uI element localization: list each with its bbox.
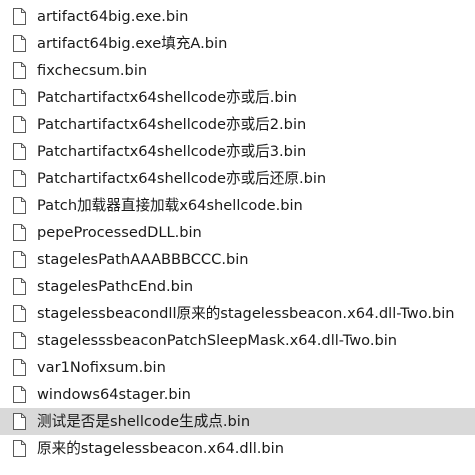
file-row[interactable]: stagelesPathcEnd.bin	[0, 273, 475, 300]
file-row[interactable]: stagelesPathAAABBBCCC.bin	[0, 246, 475, 273]
file-name: Patchartifactx64shellcode亦或后2.bin	[37, 116, 307, 133]
file-row[interactable]: Patch加载器直接加载x64shellcode.bin	[0, 192, 475, 219]
file-row[interactable]: stagelesssbeaconPatchSleepMask.x64.dll-T…	[0, 327, 475, 354]
file-name: stagelesPathAAABBBCCC.bin	[37, 251, 249, 268]
file-icon	[13, 224, 26, 241]
file-list: artifact64big.exe.bin artifact64big.exe填…	[0, 3, 475, 462]
file-name: stagelesPathcEnd.bin	[37, 278, 194, 295]
file-icon	[13, 413, 26, 430]
file-name: fixchecsum.bin	[37, 62, 148, 79]
file-row[interactable]: artifact64big.exe.bin	[0, 3, 475, 30]
file-row-selected[interactable]: 测试是否是shellcode生成点.bin	[0, 408, 475, 435]
file-row[interactable]: Patchartifactx64shellcode亦或后3.bin	[0, 138, 475, 165]
file-name: stagelesssbeaconPatchSleepMask.x64.dll-T…	[37, 332, 398, 349]
file-name: pepeProcessedDLL.bin	[37, 224, 202, 241]
file-icon	[13, 170, 26, 187]
file-icon	[13, 305, 26, 322]
file-name: Patchartifactx64shellcode亦或后3.bin	[37, 143, 307, 160]
file-icon	[13, 359, 26, 376]
file-icon	[13, 251, 26, 268]
file-row[interactable]: Patchartifactx64shellcode亦或后还原.bin	[0, 165, 475, 192]
file-row[interactable]: var1Nofixsum.bin	[0, 354, 475, 381]
file-name: artifact64big.exe填充A.bin	[37, 35, 228, 52]
file-icon	[13, 143, 26, 160]
file-icon	[13, 386, 26, 403]
file-name: artifact64big.exe.bin	[37, 8, 189, 25]
file-row[interactable]: windows64stager.bin	[0, 381, 475, 408]
file-icon	[13, 8, 26, 25]
file-icon	[13, 116, 26, 133]
file-name: windows64stager.bin	[37, 386, 191, 403]
file-row[interactable]: 原来的stagelessbeacon.x64.dll.bin	[0, 435, 475, 462]
file-row[interactable]: fixchecsum.bin	[0, 57, 475, 84]
file-row[interactable]: pepeProcessedDLL.bin	[0, 219, 475, 246]
file-name: var1Nofixsum.bin	[37, 359, 166, 376]
file-row[interactable]: Patchartifactx64shellcode亦或后2.bin	[0, 111, 475, 138]
file-icon	[13, 197, 26, 214]
file-icon	[13, 62, 26, 79]
file-name: 原来的stagelessbeacon.x64.dll.bin	[37, 440, 284, 457]
file-icon	[13, 278, 26, 295]
file-row[interactable]: Patchartifactx64shellcode亦或后.bin	[0, 84, 475, 111]
file-icon	[13, 35, 26, 52]
file-row[interactable]: artifact64big.exe填充A.bin	[0, 30, 475, 57]
file-icon	[13, 332, 26, 349]
file-row[interactable]: stagelessbeacondll原来的stagelessbeacon.x64…	[0, 300, 475, 327]
file-name: Patchartifactx64shellcode亦或后.bin	[37, 89, 297, 106]
file-icon	[13, 89, 26, 106]
file-icon	[13, 440, 26, 457]
file-name: Patchartifactx64shellcode亦或后还原.bin	[37, 170, 327, 187]
file-name: stagelessbeacondll原来的stagelessbeacon.x64…	[37, 305, 455, 322]
file-name: Patch加载器直接加载x64shellcode.bin	[37, 197, 303, 214]
file-name: 测试是否是shellcode生成点.bin	[37, 413, 251, 430]
